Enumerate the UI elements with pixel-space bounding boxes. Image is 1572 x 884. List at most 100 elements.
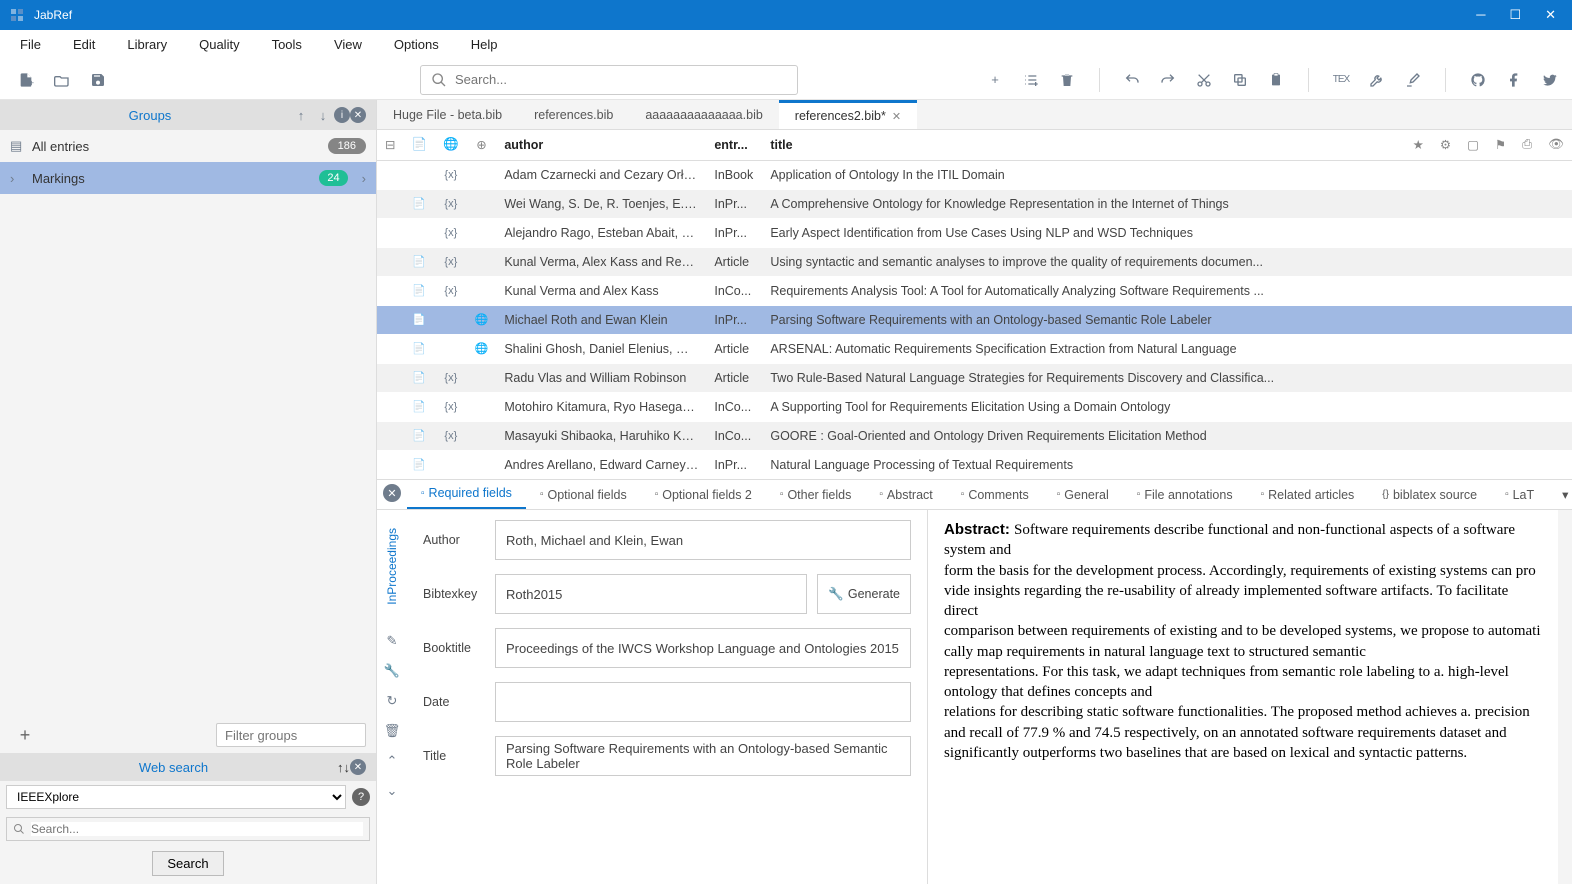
delete-entry-icon[interactable]: 🗑 bbox=[384, 723, 401, 739]
booktitle-field[interactable]: Proceedings of the IWCS Workshop Languag… bbox=[495, 628, 911, 668]
group-all-entries[interactable]: ▤ All entries 186 bbox=[0, 130, 376, 162]
col-entrytype[interactable]: entr... bbox=[706, 130, 762, 160]
new-file-icon[interactable]: + bbox=[16, 70, 36, 90]
edit-icon[interactable]: ✎ bbox=[387, 633, 398, 649]
col-star[interactable]: ★ bbox=[1405, 130, 1432, 160]
col-title[interactable]: title bbox=[762, 130, 1404, 160]
copy-icon[interactable] bbox=[1230, 70, 1250, 90]
entry-tab-optional-fields[interactable]: ▫Optional fields bbox=[526, 480, 641, 510]
menu-edit[interactable]: Edit bbox=[73, 37, 95, 52]
table-row[interactable]: 📄🌐Shalini Ghosh, Daniel Elenius, Wenc...… bbox=[377, 334, 1572, 363]
table-row[interactable]: 📄{x}Kunal Verma, Alex Kass and Reymo...A… bbox=[377, 247, 1572, 276]
close-button[interactable]: ✕ bbox=[1545, 7, 1556, 23]
library-tab-0[interactable]: Huge File - beta.bib bbox=[377, 100, 518, 129]
entry-tab-general[interactable]: ▫General bbox=[1043, 480, 1123, 510]
scrollbar[interactable] bbox=[1558, 510, 1572, 884]
entry-tab-file-annotations[interactable]: ▫File annotations bbox=[1123, 480, 1247, 510]
col-web[interactable]: ⊕ bbox=[467, 130, 497, 160]
table-row[interactable]: 📄{x}Masayuki Shibaoka, Haruhiko Kaiya...… bbox=[377, 421, 1572, 450]
menu-options[interactable]: Options bbox=[394, 37, 439, 52]
library-tab-2[interactable]: aaaaaaaaaaaaaa.bib bbox=[629, 100, 778, 129]
entry-tab-optional-fields-2[interactable]: ▫Optional fields 2 bbox=[641, 480, 766, 510]
col-screen[interactable]: ▢ bbox=[1459, 130, 1487, 160]
refresh-icon[interactable]: ↻ bbox=[387, 693, 398, 709]
title-field[interactable]: Parsing Software Requirements with an On… bbox=[495, 736, 911, 776]
twitter-icon[interactable] bbox=[1540, 70, 1560, 90]
save-icon[interactable] bbox=[88, 70, 108, 90]
close-groups-icon[interactable]: ✕ bbox=[350, 107, 366, 123]
menu-view[interactable]: View bbox=[334, 37, 362, 52]
minimize-button[interactable]: ─ bbox=[1476, 7, 1485, 23]
menu-tools[interactable]: Tools bbox=[272, 37, 302, 52]
table-row[interactable]: 📄Andres Arellano, Edward Carney an...InP… bbox=[377, 450, 1572, 479]
entry-type-label[interactable]: InProceedings bbox=[385, 522, 399, 611]
tex-icon[interactable]: TEX bbox=[1331, 70, 1351, 90]
entry-tab-comments[interactable]: ▫Comments bbox=[947, 480, 1043, 510]
table-row[interactable]: 📄🌐Michael Roth and Ewan KleinInPr...Pars… bbox=[377, 305, 1572, 334]
menu-library[interactable]: Library bbox=[127, 37, 167, 52]
search-box[interactable] bbox=[420, 65, 798, 95]
websearch-input[interactable] bbox=[31, 822, 363, 836]
group-markings[interactable]: › Markings 24 › bbox=[0, 162, 376, 194]
generate-key-button[interactable]: 🔧 Generate bbox=[817, 574, 911, 614]
table-row[interactable]: {x}Alejandro Rago, Esteban Abait, Cla...… bbox=[377, 218, 1572, 247]
search-input[interactable] bbox=[455, 72, 787, 87]
magic-icon[interactable]: 🔧 bbox=[384, 663, 400, 679]
col-expand[interactable]: ⊟ bbox=[377, 130, 403, 160]
arrow-up-icon[interactable]: ↑ bbox=[290, 108, 312, 123]
entry-tab-other-fields[interactable]: ▫Other fields bbox=[766, 480, 865, 510]
col-gear[interactable]: ⚙ bbox=[1432, 130, 1459, 160]
up-icon[interactable]: ⌃ bbox=[387, 753, 398, 769]
entry-tab-required-fields[interactable]: ▫Required fields bbox=[407, 480, 526, 510]
facebook-icon[interactable] bbox=[1504, 70, 1524, 90]
col-id[interactable]: 🌐 bbox=[435, 130, 467, 160]
table-row[interactable]: 📄{x}Kunal Verma and Alex KassInCo...Requ… bbox=[377, 276, 1572, 305]
entry-tab-related-articles[interactable]: ▫Related articles bbox=[1247, 480, 1369, 510]
websearch-button[interactable]: Search bbox=[152, 851, 223, 876]
col-file[interactable]: 📄 bbox=[403, 130, 435, 160]
menu-quality[interactable]: Quality bbox=[199, 37, 239, 52]
expand-chevron-icon[interactable]: › bbox=[362, 171, 366, 186]
library-tab-1[interactable]: references.bib bbox=[518, 100, 629, 129]
col-print[interactable]: ⎙ bbox=[1514, 130, 1540, 160]
undo-icon[interactable] bbox=[1122, 70, 1142, 90]
close-websearch-icon[interactable]: ✕ bbox=[350, 759, 366, 775]
brush-icon[interactable] bbox=[1403, 70, 1423, 90]
bibtexkey-field[interactable]: Roth2015 bbox=[495, 574, 807, 614]
table-row[interactable]: 📄{x}Radu Vlas and William RobinsonArticl… bbox=[377, 363, 1572, 392]
help-icon[interactable]: ? bbox=[352, 788, 370, 806]
table-row[interactable]: 📄{x}Wei Wang, S. De, R. Toenjes, E. Ree.… bbox=[377, 189, 1572, 218]
menu-file[interactable]: File bbox=[20, 37, 41, 52]
col-eye[interactable]: 👁 bbox=[1540, 130, 1572, 160]
github-icon[interactable] bbox=[1468, 70, 1488, 90]
down-icon[interactable]: ⌄ bbox=[387, 783, 398, 799]
filter-groups-input[interactable] bbox=[216, 723, 366, 747]
entry-tab-lat[interactable]: ▫LaT bbox=[1491, 480, 1548, 510]
wrench-icon[interactable] bbox=[1367, 70, 1387, 90]
col-flag[interactable]: ⚑ bbox=[1487, 130, 1514, 160]
author-field[interactable]: Roth, Michael and Klein, Ewan bbox=[495, 520, 911, 560]
open-folder-icon[interactable] bbox=[52, 70, 72, 90]
more-tabs-icon[interactable]: ▾ bbox=[1548, 480, 1572, 510]
add-entry-icon[interactable]: + bbox=[985, 70, 1005, 90]
table-row[interactable]: 📄{x}Motohiro Kitamura, Ryo Hasegawa,...I… bbox=[377, 392, 1572, 421]
websearch-source-select[interactable]: IEEEXplore bbox=[6, 785, 346, 809]
col-author[interactable]: author bbox=[496, 130, 706, 160]
arrow-down-icon[interactable]: ↓ bbox=[312, 108, 334, 123]
cut-icon[interactable] bbox=[1194, 70, 1214, 90]
menu-help[interactable]: Help bbox=[471, 37, 498, 52]
date-field[interactable] bbox=[495, 682, 911, 722]
paste-icon[interactable] bbox=[1266, 70, 1286, 90]
close-tab-icon[interactable]: ✕ bbox=[892, 110, 901, 123]
table-row[interactable]: {x}Adam Czarnecki and Cezary OrłowskiInB… bbox=[377, 160, 1572, 189]
library-tab-3[interactable]: references2.bib*✕ bbox=[779, 100, 917, 129]
delete-icon[interactable] bbox=[1057, 70, 1077, 90]
redo-icon[interactable] bbox=[1158, 70, 1178, 90]
add-group-button[interactable]: + bbox=[10, 725, 40, 746]
maximize-button[interactable]: ☐ bbox=[1509, 7, 1521, 23]
info-icon[interactable]: i bbox=[334, 107, 350, 123]
add-list-icon[interactable] bbox=[1021, 70, 1041, 90]
entry-tab-biblatex-source[interactable]: {}biblatex source bbox=[1368, 480, 1491, 510]
close-entry-panel-icon[interactable]: ✕ bbox=[383, 484, 401, 502]
entry-tab-abstract[interactable]: ▫Abstract bbox=[865, 480, 946, 510]
